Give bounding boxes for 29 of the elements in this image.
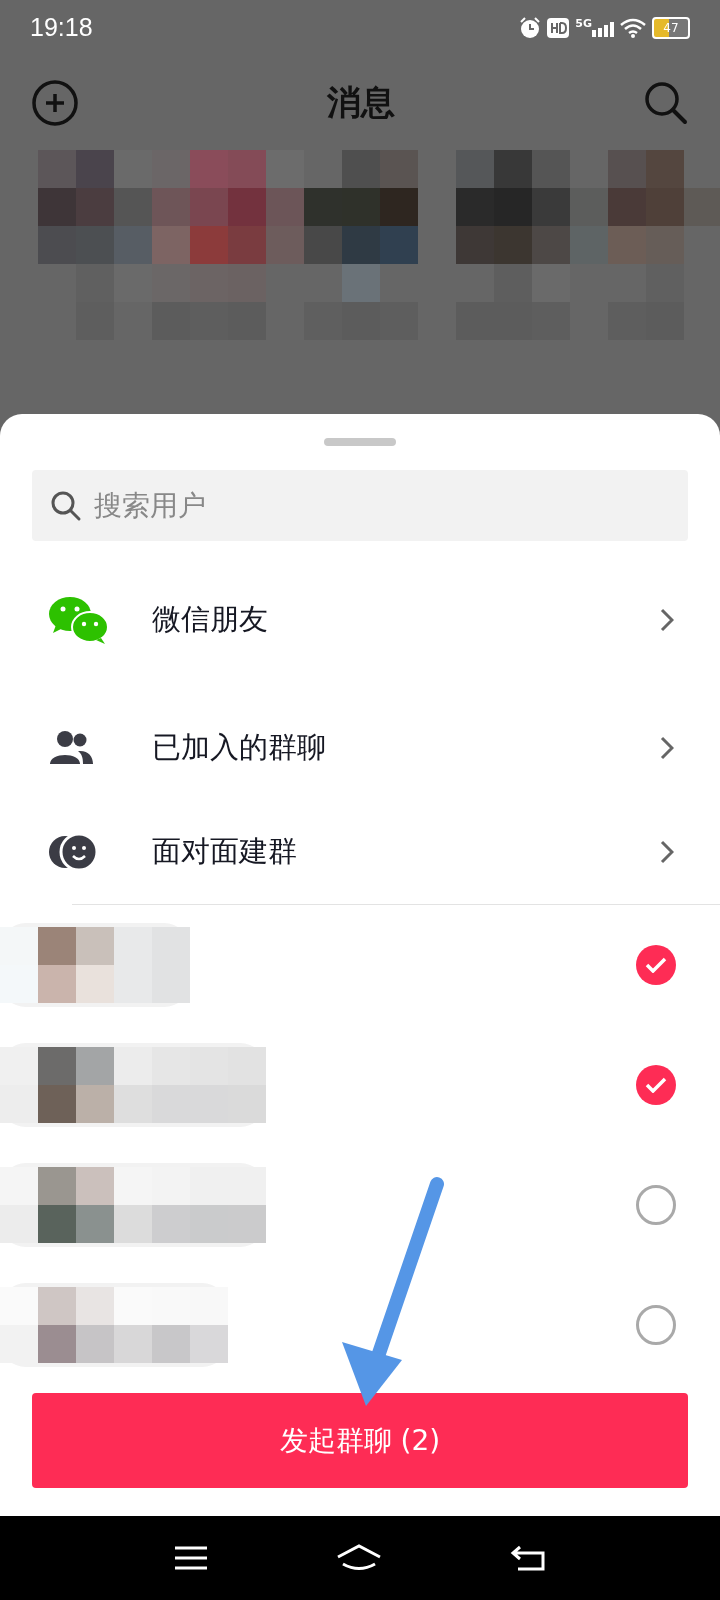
- start-group-chat-button[interactable]: 发起群聊 (2): [32, 1393, 688, 1488]
- drag-handle[interactable]: [324, 438, 396, 446]
- wifi-icon: [620, 17, 646, 38]
- people-icon: [48, 730, 94, 766]
- back-icon[interactable]: [510, 1544, 546, 1572]
- chevron-icon: [660, 840, 674, 864]
- chat-bubbles-icon: [48, 595, 110, 645]
- network-label: 5G: [575, 17, 592, 29]
- menu-item[interactable]: 微信朋友: [0, 568, 720, 672]
- home-icon[interactable]: [336, 1543, 382, 1573]
- status-time: 19:18: [30, 13, 93, 42]
- search-icon[interactable]: [644, 80, 688, 125]
- smiley-face-icon: [48, 832, 98, 872]
- checkbox[interactable]: [636, 1065, 676, 1105]
- add-icon[interactable]: [32, 79, 78, 126]
- chevron-icon: [660, 608, 674, 632]
- menu-icon[interactable]: [174, 1545, 208, 1571]
- hd-icon: [547, 17, 570, 38]
- check-icon: [645, 957, 667, 973]
- alarm-icon: [519, 16, 542, 39]
- search-field[interactable]: 搜索用户: [32, 470, 688, 541]
- menu-item[interactable]: 面对面建群: [0, 800, 720, 904]
- page-title: 消息: [327, 80, 395, 124]
- checkbox[interactable]: [636, 1185, 676, 1225]
- menu-item[interactable]: 已加入的群聊: [0, 696, 720, 800]
- checkbox[interactable]: [636, 1305, 676, 1345]
- checkbox[interactable]: [636, 945, 676, 985]
- check-icon: [645, 1077, 667, 1093]
- chevron-icon: [660, 736, 674, 760]
